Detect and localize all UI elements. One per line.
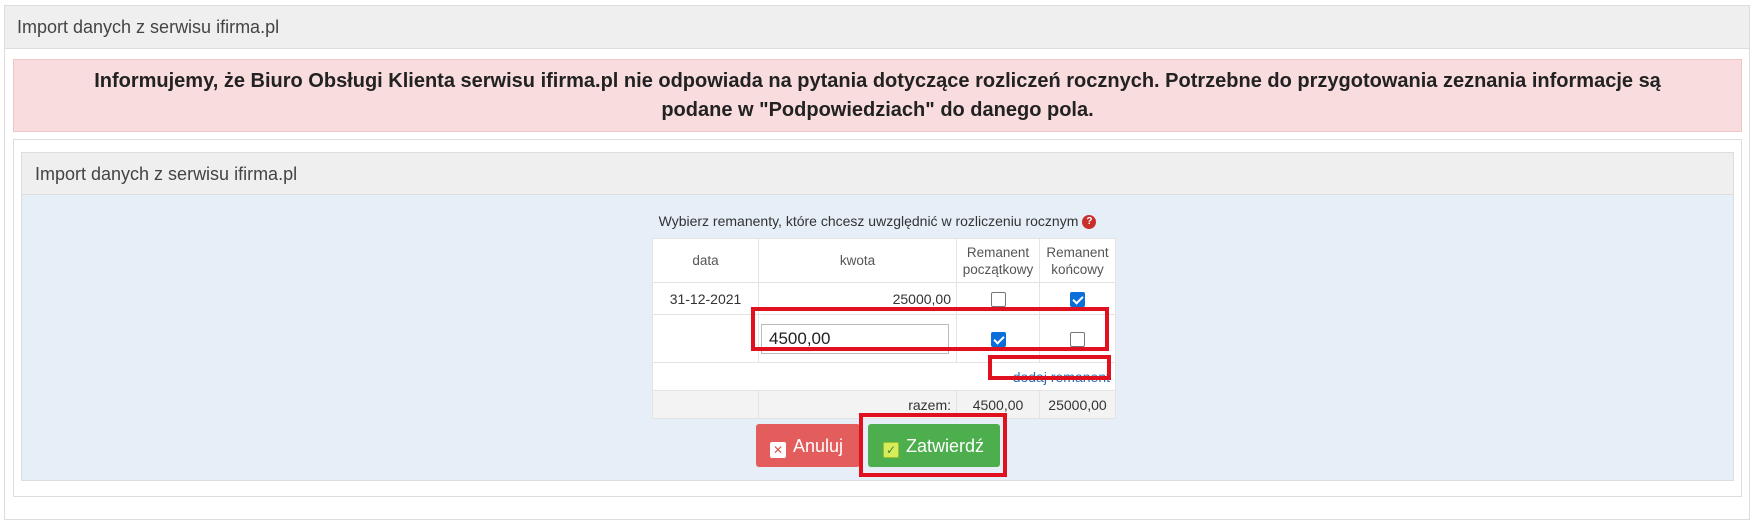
total-empty [652,390,759,419]
cancel-button[interactable]: ✕ Anuluj [756,424,860,467]
total-label: razem: [758,390,957,419]
table-row: 31-12-2021 25000,00 [652,282,1116,315]
close-square-icon: ✕ [770,442,786,458]
opening-checkbox[interactable] [990,291,1006,307]
row-amount: 25000,00 [758,282,957,315]
table-header-row: data kwota Remanent początkowy Remanent … [652,238,1116,283]
header-closing: Remanent końcowy [1039,238,1116,283]
add-row: dodaj remanent [652,362,1116,391]
amount-input-cell [758,314,957,363]
closing-checkbox-cell [1039,314,1116,363]
closing-checkbox[interactable] [1070,331,1085,347]
alert-line-2: podane w "Podpowiedziach" do danego pola… [661,99,1094,121]
total-row: razem: 4500,00 25000,00 [652,390,1116,419]
row-date-empty [652,314,759,363]
closing-checkbox-cell [1039,282,1116,315]
info-alert: Informujemy, że Biuro Obsługi Klienta se… [13,59,1742,132]
outer-panel-title: Import danych z serwisu ifirma.pl [5,6,1749,49]
confirm-label: Zatwierdź [906,436,985,456]
header-closing-line2: końcowy [1051,261,1104,277]
total-opening: 4500,00 [956,390,1040,419]
header-opening-line1: Remanent [966,244,1030,260]
instruction-text: Wybierz remanenty, które chcesz uwzględn… [22,213,1733,229]
check-square-icon: ✓ [883,442,899,458]
closing-checkbox[interactable] [1070,291,1085,307]
opening-checkbox-cell [956,314,1040,363]
total-closing: 25000,00 [1039,390,1116,419]
confirm-button[interactable]: ✓ Zatwierdź [868,424,1000,467]
opening-checkbox[interactable] [990,331,1006,347]
header-date: data [652,238,759,283]
help-icon[interactable]: ? [1082,215,1097,229]
table-row-new [652,314,1116,363]
inner-panel-title: Import danych z serwisu ifirma.pl [22,153,1733,195]
inventory-table: data kwota Remanent początkowy Remanent … [652,238,1116,419]
header-opening: Remanent początkowy [956,238,1040,283]
instruction-label: Wybierz remanenty, które chcesz uwzględn… [658,213,1079,229]
opening-checkbox-cell [956,282,1040,315]
amount-input[interactable] [761,323,949,354]
header-amount: kwota [758,238,957,283]
add-inventory-link[interactable]: dodaj remanent [1013,369,1110,385]
cancel-label: Anuluj [793,436,844,456]
add-link-cell: dodaj remanent [652,362,1116,391]
header-closing-line1: Remanent [1046,244,1109,260]
row-date: 31-12-2021 [652,282,759,315]
alert-line-1: Informujemy, że Biuro Obsługi Klienta se… [94,70,1661,92]
header-opening-line2: początkowy [962,261,1034,277]
